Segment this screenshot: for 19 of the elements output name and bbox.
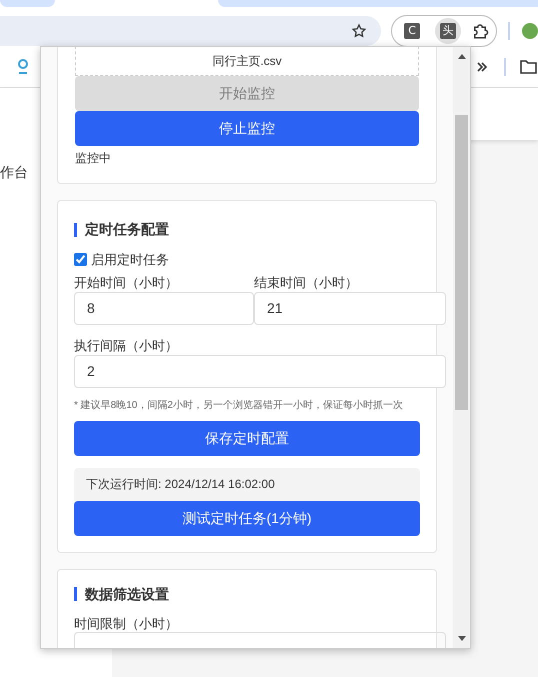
save-button[interactable]: 保存定时配置 bbox=[74, 420, 420, 456]
section-title: 定时任务配置 bbox=[85, 220, 169, 239]
field-label: 执行间隔（小时） bbox=[74, 336, 179, 354]
field-label: 结束时间（小时） bbox=[254, 274, 359, 292]
monitor-button[interactable]: 停止监控 bbox=[75, 111, 419, 146]
section-title: 数据筛选设置 bbox=[85, 584, 169, 604]
field-label: 时间限制（小时） bbox=[74, 614, 179, 632]
next-run-text: 下次运行时间: 2024/12/14 16:02:00 bbox=[86, 476, 275, 493]
checkbox-label: 启用定时任务 bbox=[91, 251, 169, 269]
input-field[interactable]: 2 bbox=[74, 354, 446, 388]
hint-text: * 建议早8晚10，间隔2小时，另一个浏览器错开一小时，保证每小时抓一次 bbox=[74, 398, 404, 412]
input-field[interactable]: 8 bbox=[74, 292, 254, 324]
file-name: 同行主页.csv bbox=[212, 52, 282, 70]
input-field[interactable]: 21 bbox=[254, 292, 446, 324]
field-label: 开始时间（小时） bbox=[74, 274, 179, 292]
extension-button[interactable]: 头 bbox=[435, 18, 462, 44]
test-button[interactable]: 测试定时任务(1分钟) bbox=[74, 500, 420, 536]
status-text: 监控中 bbox=[75, 150, 112, 167]
extension-button[interactable]: C bbox=[399, 18, 426, 44]
